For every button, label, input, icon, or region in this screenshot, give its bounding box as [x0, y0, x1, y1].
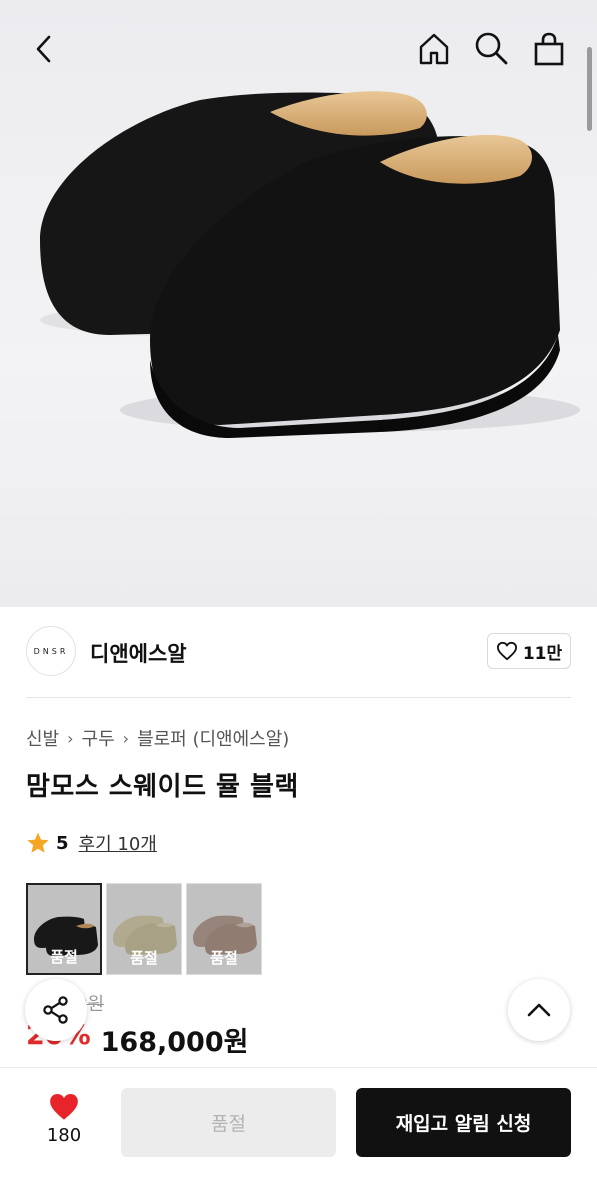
swatch-soldout-label: 품절	[130, 949, 158, 967]
heart-filled-icon	[50, 1093, 78, 1120]
brand-like-button[interactable]: 11만	[487, 633, 571, 669]
final-price: 168,000원	[100, 1027, 249, 1058]
reviews-link[interactable]: 후기 10개	[79, 830, 157, 856]
scrollbar[interactable]	[587, 47, 592, 131]
chevron-right-icon: ›	[122, 728, 130, 748]
brand-name[interactable]: 디앤에스알	[90, 638, 187, 668]
scroll-to-top-button[interactable]	[508, 979, 570, 1041]
product-image[interactable]	[0, 0, 597, 607]
wishlist-button[interactable]: 180	[40, 1092, 88, 1146]
home-icon[interactable]	[414, 29, 454, 69]
product-page: DNSR 디앤에스알 11만 신발 › 구두 › 블로퍼 (디앤에스알) 맘모스…	[0, 0, 597, 1200]
back-icon[interactable]	[24, 29, 64, 69]
heart-outline-icon	[496, 641, 517, 661]
breadcrumb-item[interactable]: 구두	[82, 725, 115, 751]
breadcrumb-item[interactable]: 신발	[26, 725, 59, 751]
swatch-soldout-label: 품절	[50, 948, 78, 966]
wishlist-count: 180	[46, 1125, 82, 1146]
shopping-bag-icon[interactable]	[529, 29, 569, 69]
product-title: 맘모스 스웨이드 뮬 블랙	[26, 772, 299, 802]
share-icon	[43, 996, 68, 1024]
star-icon	[27, 832, 49, 853]
top-navigation-bar	[0, 0, 597, 131]
rating: 5 후기 10개	[26, 830, 157, 856]
breadcrumb-item[interactable]: 블로퍼 (디앤에스알)	[137, 725, 289, 751]
brand-logo-text: DNSR	[33, 646, 69, 656]
swatch-soldout-label: 품절	[210, 949, 238, 967]
soldout-button: 품절	[121, 1088, 336, 1157]
share-button[interactable]	[25, 979, 87, 1041]
divider	[26, 697, 571, 698]
rating-score: 5	[56, 832, 69, 854]
search-icon[interactable]	[471, 28, 511, 68]
color-swatches: 품절 품절 품절	[26, 883, 262, 975]
swatch-beige[interactable]: 품절	[106, 883, 182, 975]
bottom-action-bar: 180 품절 재입고 알림 신청	[0, 1067, 597, 1200]
breadcrumb: 신발 › 구두 › 블로퍼 (디앤에스알)	[26, 725, 289, 751]
restock-notify-button[interactable]: 재입고 알림 신청	[356, 1088, 571, 1157]
swatch-black[interactable]: 품절	[26, 883, 102, 975]
swatch-mauve[interactable]: 품절	[186, 883, 262, 975]
brand-row: DNSR 디앤에스알 11만	[26, 626, 571, 678]
brand-logo[interactable]: DNSR	[26, 626, 76, 676]
chevron-right-icon: ›	[67, 728, 74, 748]
brand-like-count: 11만	[522, 643, 563, 664]
chevron-up-icon	[527, 1003, 551, 1017]
